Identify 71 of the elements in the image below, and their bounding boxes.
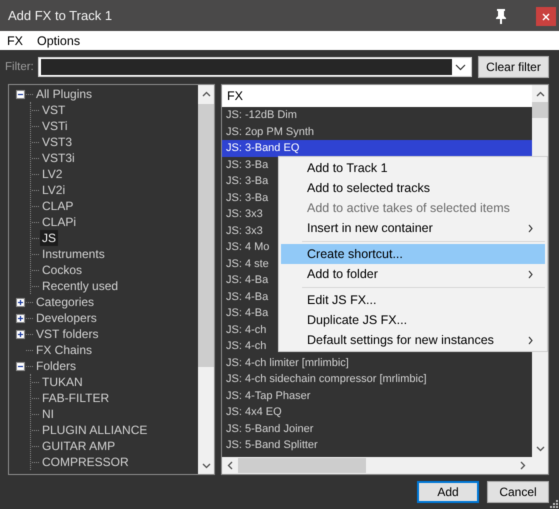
list-item[interactable]: JS: 4-ch limiter [mrlimbic] xyxy=(222,354,532,371)
scroll-right-icon[interactable] xyxy=(520,461,526,470)
tree-item[interactable]: PLUGIN ALLIANCE xyxy=(40,422,150,438)
add-button[interactable]: Add xyxy=(417,481,479,503)
menu-item[interactable]: Insert in new container xyxy=(281,218,545,238)
scroll-down-icon[interactable] xyxy=(536,446,544,452)
scrollbar-thumb[interactable] xyxy=(198,104,214,368)
tree-item[interactable]: VSTi xyxy=(40,118,70,134)
list-item[interactable]: JS: 3-Band EQ xyxy=(222,140,532,156)
tree-item[interactable]: JS xyxy=(40,230,58,246)
tree-item[interactable]: Recently used xyxy=(40,278,120,294)
menu-item[interactable]: Add to folder xyxy=(281,264,545,284)
collapse-icon[interactable] xyxy=(16,362,25,370)
list-item[interactable]: JS: 2op PM Synth xyxy=(222,124,532,140)
tree-item[interactable]: Cockos xyxy=(40,262,84,278)
tree-item[interactable]: NI xyxy=(40,406,56,422)
menu-item[interactable]: Create shortcut... xyxy=(281,244,545,264)
tree-item[interactable]: LV2i xyxy=(40,182,68,198)
tree-item[interactable]: Categories xyxy=(34,294,96,310)
expand-icon[interactable] xyxy=(16,314,25,322)
expand-icon[interactable] xyxy=(16,330,25,338)
scroll-left-icon[interactable] xyxy=(227,461,233,470)
tree-item[interactable]: FX Chains xyxy=(34,342,94,358)
menu-item[interactable]: Options xyxy=(36,34,80,48)
list-item[interactable]: JS: 5-Band Splitter xyxy=(222,437,532,454)
tree-item[interactable]: Instruments xyxy=(40,246,107,262)
close-icon xyxy=(542,12,550,20)
menu-item[interactable]: Add to selected tracks xyxy=(281,178,545,198)
list-item[interactable]: JS: 5-Band Joiner xyxy=(222,420,532,437)
tree-item[interactable]: TUKAN xyxy=(40,374,85,390)
list-item[interactable]: JS: 4x4 EQ xyxy=(222,404,532,420)
tree-item[interactable]: VST3 xyxy=(40,134,74,150)
scrollbar-thumb[interactable] xyxy=(238,458,366,473)
tree-item[interactable]: Folders xyxy=(34,358,78,374)
scroll-up-icon[interactable] xyxy=(536,91,544,97)
tree-item[interactable]: CLAPi xyxy=(40,214,78,230)
tree-item[interactable]: VST xyxy=(40,102,68,118)
tree-item[interactable]: All Plugins xyxy=(34,86,94,102)
menu-item[interactable]: Default settings for new instances xyxy=(281,330,545,350)
tree-item[interactable]: VST folders xyxy=(34,326,100,342)
list-item[interactable]: JS: 4-ch sidechain compressor [mrlimbic] xyxy=(222,371,532,388)
scrollbar[interactable] xyxy=(222,457,548,474)
scroll-down-icon[interactable] xyxy=(202,463,210,469)
filter-label: Filter: xyxy=(5,61,35,73)
collapse-icon[interactable] xyxy=(16,90,25,98)
column-header[interactable]: FX xyxy=(222,85,532,107)
scrollbar-thumb[interactable] xyxy=(532,102,548,118)
menu-item[interactable]: Edit JS FX... xyxy=(281,290,545,310)
dropdown-icon[interactable] xyxy=(455,64,466,70)
tree-item[interactable]: CLAP xyxy=(40,198,76,214)
filter-field[interactable] xyxy=(38,57,472,77)
tree-item[interactable]: VST3i xyxy=(40,150,77,166)
tree-item[interactable]: GUITAR AMP xyxy=(40,438,118,454)
tree-item[interactable]: COMPRESSOR xyxy=(40,454,131,470)
window-title: Add FX to Track 1 xyxy=(8,8,114,23)
expand-icon[interactable] xyxy=(16,298,25,306)
cancel-button[interactable]: Cancel xyxy=(487,481,549,503)
menu-item[interactable]: Duplicate JS FX... xyxy=(281,310,545,330)
close-button[interactable] xyxy=(536,7,556,26)
list-item[interactable]: JS: 4-Tap Phaser xyxy=(222,388,532,404)
tree-item[interactable]: Developers xyxy=(34,310,99,326)
list-item[interactable]: JS: -12dB Dim xyxy=(222,107,532,124)
clear-filter-button[interactable]: Clear filter xyxy=(478,56,549,78)
menu-item[interactable]: Add to Track 1 xyxy=(281,158,545,178)
scroll-up-icon[interactable] xyxy=(202,91,210,97)
tree-item[interactable]: FAB-FILTER xyxy=(40,390,112,406)
pin-icon[interactable] xyxy=(495,8,507,24)
menu-item[interactable]: FX xyxy=(7,34,23,48)
scrollbar[interactable] xyxy=(198,85,214,474)
tree-item[interactable]: LV2 xyxy=(40,166,64,182)
resize-grip-icon[interactable] xyxy=(550,500,558,508)
